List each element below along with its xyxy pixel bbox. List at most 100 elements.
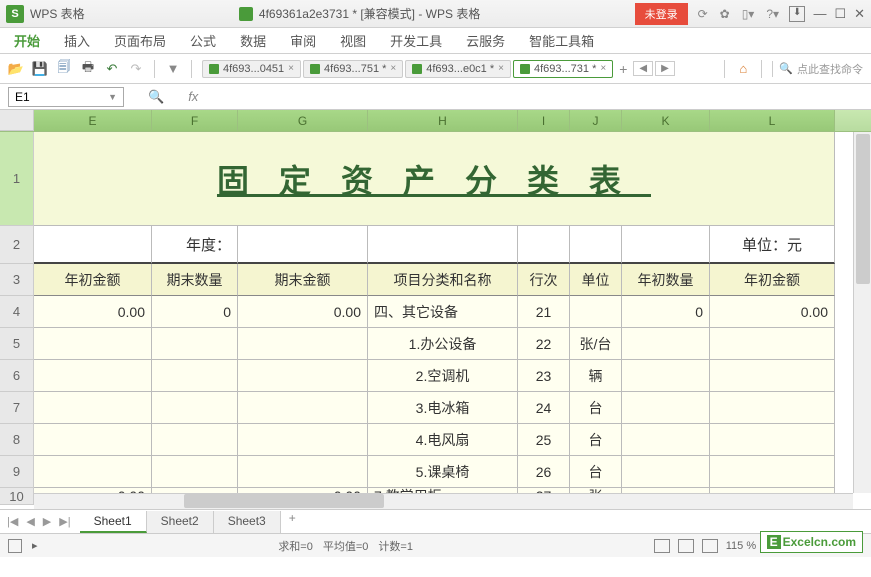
- row-header-7[interactable]: 7: [0, 392, 34, 424]
- tab-close-icon[interactable]: ×: [390, 63, 396, 74]
- vertical-scrollbar[interactable]: [853, 132, 871, 493]
- cell-E4[interactable]: 0.00: [34, 296, 152, 328]
- cell-J5[interactable]: 张/台: [570, 328, 622, 360]
- header-L[interactable]: 年初金额: [710, 264, 835, 296]
- doc-tab[interactable]: 4f693...e0c1 *×: [405, 60, 511, 78]
- menu-insert[interactable]: 插入: [64, 31, 90, 50]
- dropdown-icon[interactable]: ▼: [165, 61, 181, 77]
- cell-E6[interactable]: [34, 360, 152, 392]
- cell-J2[interactable]: [570, 226, 622, 264]
- row-header-5[interactable]: 5: [0, 328, 34, 360]
- col-header-J[interactable]: J: [570, 110, 622, 131]
- view-layout-icon[interactable]: [678, 539, 694, 553]
- header-I[interactable]: 行次: [518, 264, 570, 296]
- cell-J7[interactable]: 台: [570, 392, 622, 424]
- cell-I6[interactable]: 23: [518, 360, 570, 392]
- spreadsheet-grid[interactable]: E F G H I J K L 1 固定资产分类表 2 年度： 单位：元 3 年…: [0, 110, 871, 509]
- help-icon[interactable]: ?▾: [766, 7, 779, 21]
- sheet-nav-prev-icon[interactable]: ◀: [23, 515, 37, 528]
- cell-G7[interactable]: [238, 392, 368, 424]
- name-box-dropdown-icon[interactable]: ▼: [108, 92, 117, 102]
- cell-G9[interactable]: [238, 456, 368, 488]
- cell-I7[interactable]: 24: [518, 392, 570, 424]
- login-badge[interactable]: 未登录: [635, 3, 688, 25]
- save-icon[interactable]: 💾: [32, 61, 48, 77]
- view-page-icon[interactable]: [702, 539, 718, 553]
- cell-J9[interactable]: 台: [570, 456, 622, 488]
- col-header-F[interactable]: F: [152, 110, 238, 131]
- cell-J6[interactable]: 辆: [570, 360, 622, 392]
- cell-F5[interactable]: [152, 328, 238, 360]
- doc-tab-active[interactable]: 4f693...731 *×: [513, 60, 613, 78]
- cell-L6[interactable]: [710, 360, 835, 392]
- sheet-nav-last-icon[interactable]: ▶|: [56, 515, 73, 528]
- menu-review[interactable]: 审阅: [290, 31, 316, 50]
- tab-close-icon[interactable]: ×: [600, 63, 606, 74]
- sheet-tab-3[interactable]: Sheet3: [214, 511, 281, 533]
- row-header-3[interactable]: 3: [0, 264, 34, 296]
- new-tab-button[interactable]: +: [615, 61, 631, 77]
- cell-J8[interactable]: 台: [570, 424, 622, 456]
- menu-formula[interactable]: 公式: [190, 31, 216, 50]
- grid-icon[interactable]: [8, 539, 22, 553]
- cell-K4[interactable]: 0: [622, 296, 710, 328]
- cell-L5[interactable]: [710, 328, 835, 360]
- row-header-10[interactable]: 10: [0, 488, 34, 505]
- cell-K9[interactable]: [622, 456, 710, 488]
- row-header-6[interactable]: 6: [0, 360, 34, 392]
- select-all-corner[interactable]: [0, 110, 34, 131]
- cell-I4[interactable]: 21: [518, 296, 570, 328]
- gear-icon[interactable]: ✿: [720, 7, 730, 21]
- cell-L2[interactable]: 单位：元: [710, 226, 835, 264]
- menu-dev[interactable]: 开发工具: [390, 31, 442, 50]
- row-header-4[interactable]: 4: [0, 296, 34, 328]
- cell-I9[interactable]: 26: [518, 456, 570, 488]
- col-header-G[interactable]: G: [238, 110, 368, 131]
- cell-H7[interactable]: 3.电冰箱: [368, 392, 518, 424]
- menu-data[interactable]: 数据: [240, 31, 266, 50]
- sync-icon[interactable]: ⟳: [698, 7, 708, 21]
- add-sheet-button[interactable]: +: [281, 511, 304, 533]
- search-fx-icon[interactable]: 🔍: [148, 89, 164, 105]
- cell-G6[interactable]: [238, 360, 368, 392]
- cell-E5[interactable]: [34, 328, 152, 360]
- undo-icon[interactable]: ↶: [104, 61, 120, 77]
- cell-F2[interactable]: 年度：: [152, 226, 238, 264]
- sheet-tab-2[interactable]: Sheet2: [147, 511, 214, 533]
- tab-close-icon[interactable]: ×: [498, 63, 504, 74]
- row-header-8[interactable]: 8: [0, 424, 34, 456]
- header-E[interactable]: 年初金额: [34, 264, 152, 296]
- cell-L8[interactable]: [710, 424, 835, 456]
- row-header-9[interactable]: 9: [0, 456, 34, 488]
- tab-next-icon[interactable]: ▶: [655, 61, 675, 76]
- header-H[interactable]: 项目分类和名称: [368, 264, 518, 296]
- minimize-button[interactable]: —: [813, 6, 826, 22]
- cell-E7[interactable]: [34, 392, 152, 424]
- download-icon[interactable]: ⬇: [789, 6, 805, 22]
- col-header-K[interactable]: K: [622, 110, 710, 131]
- cell-I5[interactable]: 22: [518, 328, 570, 360]
- header-F[interactable]: 期末数量: [152, 264, 238, 296]
- cell-K2[interactable]: [622, 226, 710, 264]
- col-header-E[interactable]: E: [34, 110, 152, 131]
- cell-G4[interactable]: 0.00: [238, 296, 368, 328]
- row-header-1[interactable]: 1: [0, 132, 34, 226]
- cell-K8[interactable]: [622, 424, 710, 456]
- cell-F4[interactable]: 0: [152, 296, 238, 328]
- col-header-L[interactable]: L: [710, 110, 835, 131]
- doc-tab[interactable]: 4f693...751 *×: [303, 60, 403, 78]
- cell-G2[interactable]: [238, 226, 368, 264]
- help-menu[interactable]: ▯▾: [742, 7, 755, 21]
- cell-E9[interactable]: [34, 456, 152, 488]
- row-header-2[interactable]: 2: [0, 226, 34, 264]
- doc-tab[interactable]: 4f693...0451×: [202, 60, 301, 78]
- cell-K5[interactable]: [622, 328, 710, 360]
- cell-H4[interactable]: 四、其它设备: [368, 296, 518, 328]
- tab-close-icon[interactable]: ×: [288, 63, 294, 74]
- cell-L7[interactable]: [710, 392, 835, 424]
- menu-tools[interactable]: 智能工具箱: [529, 31, 594, 50]
- col-header-H[interactable]: H: [368, 110, 518, 131]
- cell-E2[interactable]: [34, 226, 152, 264]
- view-normal-icon[interactable]: [654, 539, 670, 553]
- sheet-title[interactable]: 固定资产分类表: [34, 132, 835, 226]
